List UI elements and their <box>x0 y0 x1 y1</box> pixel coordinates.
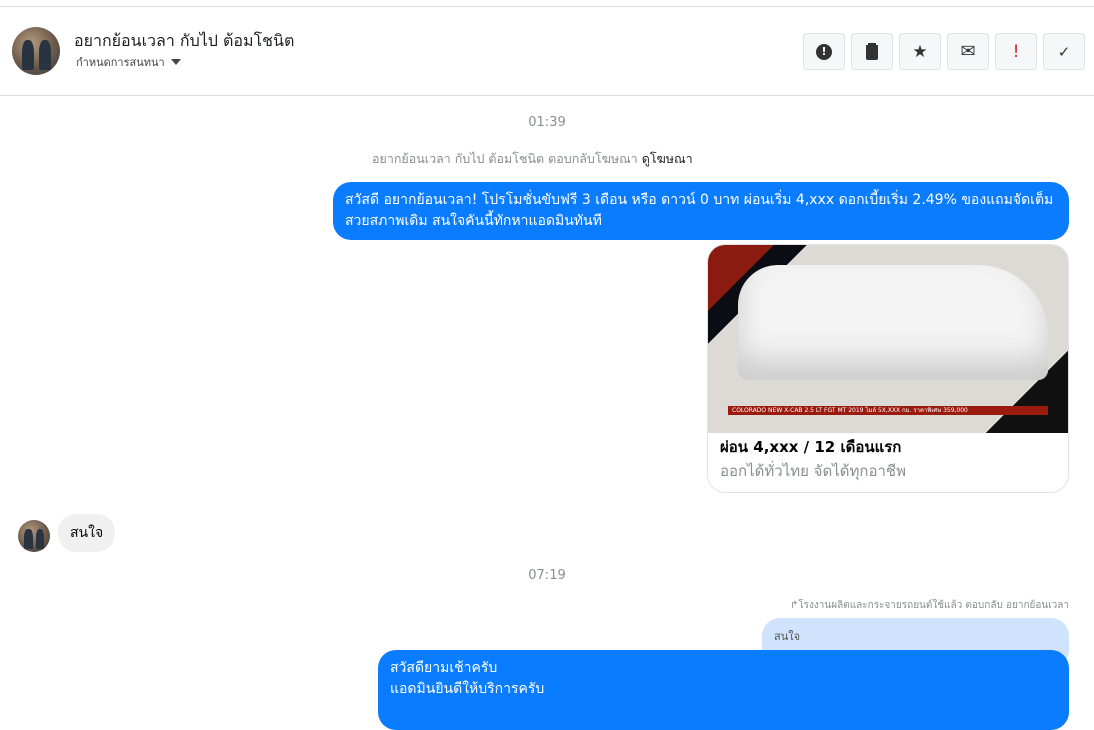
alert-circle-icon: ! <box>816 43 832 60</box>
caret-down-icon <box>170 59 181 65</box>
outgoing-message: สวัสดียามเช้าครับ แอดมินยินดีให้บริการคร… <box>378 650 1069 730</box>
message-line: สวัสดียามเช้าครับ <box>390 660 498 676</box>
sender-avatar <box>18 520 50 552</box>
action-toolbar: ! ★ ✉ ! ✓ <box>803 33 1085 70</box>
card-title: ผ่อน 4,xxx / 12 เดือนแรก <box>720 438 902 456</box>
car-shape <box>738 265 1048 380</box>
ad-reply-notice: อยากย้อนเวลา กับไป ต้อมโชนิต ตอบกลับโฆษณ… <box>372 149 693 169</box>
important-button[interactable]: ! <box>995 33 1037 70</box>
star-icon: ★ <box>912 41 928 62</box>
contact-name[interactable]: อยากย้อนเวลา กับไป ต้อมโชนิต <box>74 29 294 54</box>
delete-button[interactable] <box>851 33 893 70</box>
mark-unread-button[interactable]: ✉ <box>947 33 989 70</box>
exclamation-icon: ! <box>1012 41 1020 62</box>
incoming-message: สนใจ <box>58 514 116 552</box>
reply-context: ↱โรงงานผลิตและกระจายรถยนต์ใช้แล้ว ตอบกลั… <box>789 600 1069 611</box>
ad-reply-text: อยากย้อนเวลา กับไป ต้อมโชนิต ตอบกลับโฆษณ… <box>372 151 638 166</box>
view-ad-link[interactable]: ดูโฆษณา <box>642 151 693 166</box>
conversation-settings-dropdown[interactable]: กำหนดการสนทนา <box>76 53 181 71</box>
timestamp: 01:39 <box>528 115 566 130</box>
image-caption: COLORADO NEW X-CAB 2.5 LT FGT MT 2019 ไม… <box>728 406 1048 415</box>
envelope-icon: ✉ <box>960 41 976 62</box>
outgoing-message: สวัสดี อยากย้อนเวลา! โปรโมชั่นขับฟรี 3 เ… <box>333 182 1069 240</box>
contact-avatar[interactable] <box>12 27 60 75</box>
check-icon: ✓ <box>1057 42 1071 61</box>
message-line: แอดมินยินดีให้บริการครับ <box>390 681 545 697</box>
trash-icon <box>866 45 878 60</box>
car-image: COLORADO NEW X-CAB 2.5 LT FGT MT 2019 ไม… <box>708 245 1068 433</box>
spam-button[interactable]: ! <box>803 33 845 70</box>
conversation-header: อยากย้อนเวลา กับไป ต้อมโชนิต กำหนดการสนท… <box>0 7 1094 96</box>
card-subtitle: ออกได้ทั่วไทย จัดได้ทุกอาชีพ <box>720 462 906 480</box>
timestamp: 07:19 <box>528 568 566 583</box>
conversation-settings-label: กำหนดการสนทนา <box>76 56 165 69</box>
star-button[interactable]: ★ <box>899 33 941 70</box>
ad-card[interactable]: COLORADO NEW X-CAB 2.5 LT FGT MT 2019 ไม… <box>707 244 1069 493</box>
done-button[interactable]: ✓ <box>1043 33 1085 70</box>
